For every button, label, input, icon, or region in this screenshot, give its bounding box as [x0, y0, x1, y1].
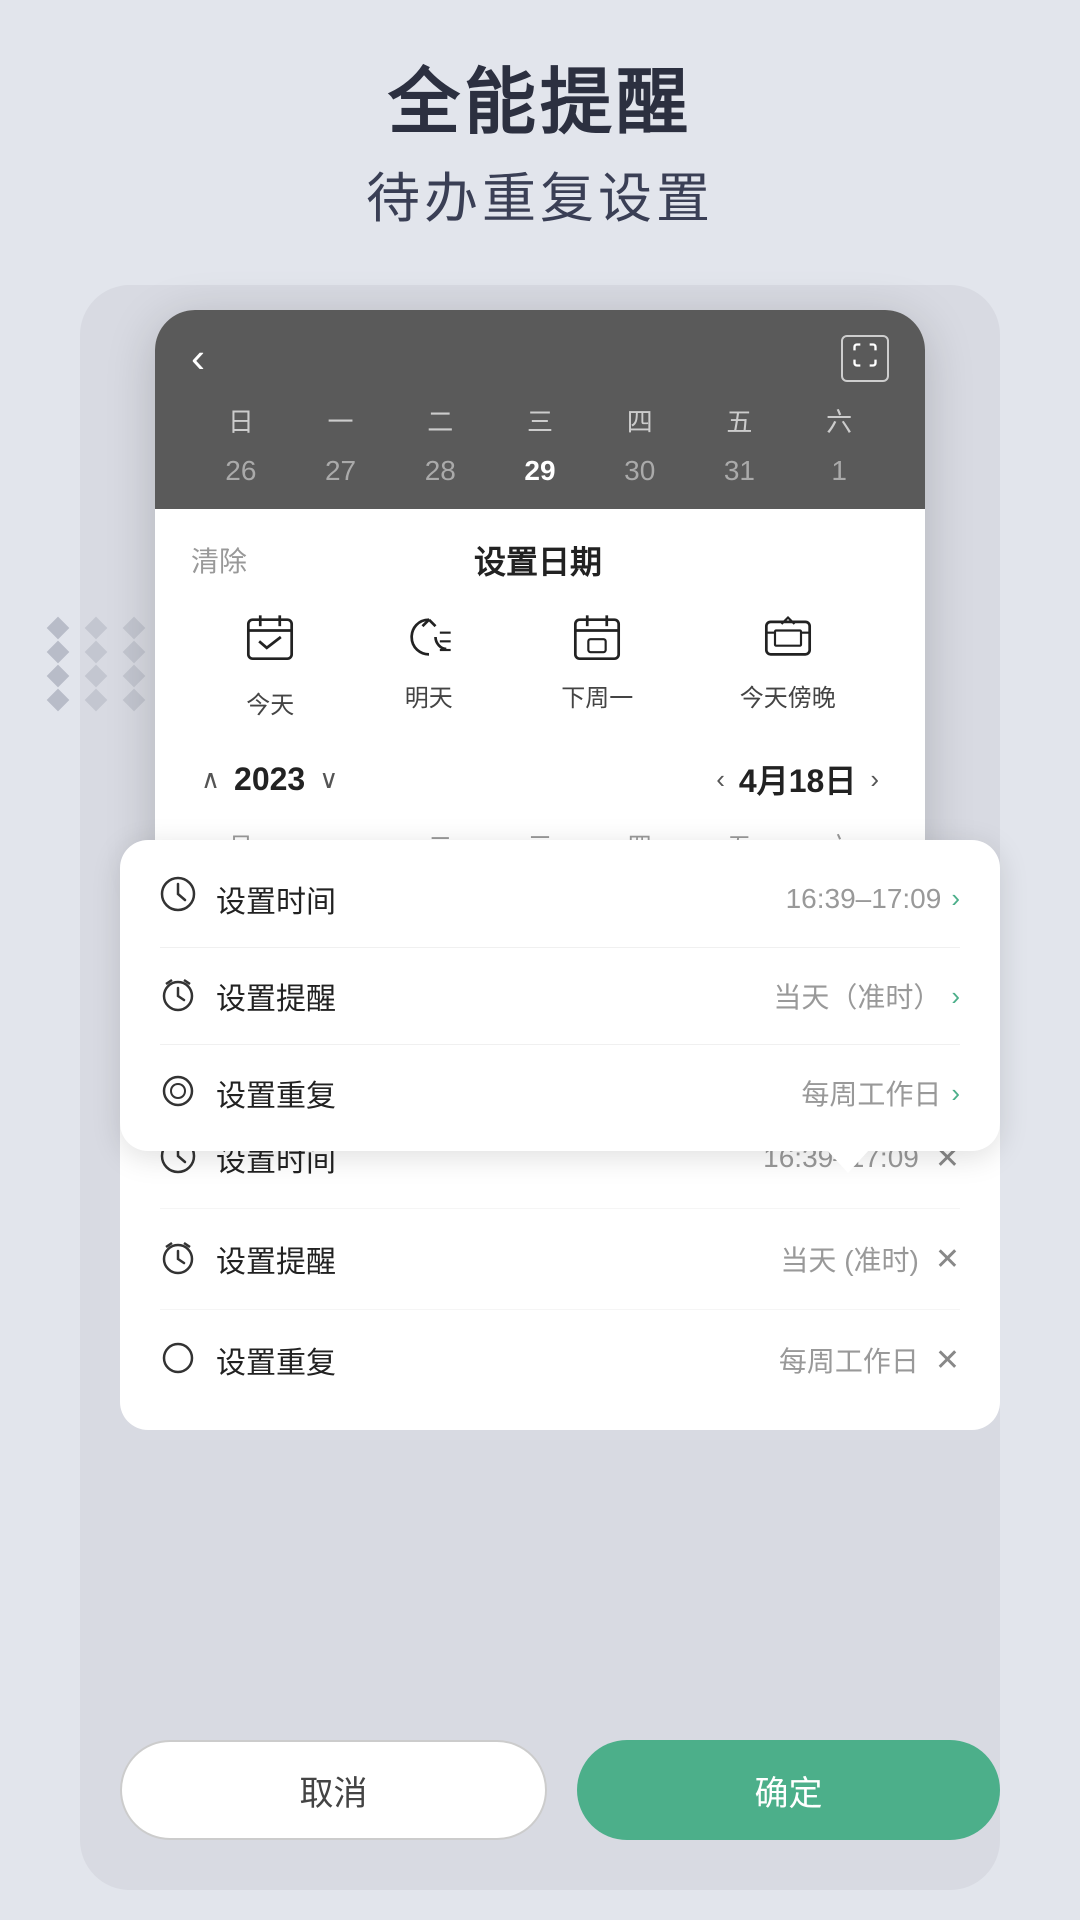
bs-reminder-row[interactable]: 设置提醒 当天 (准时) ✕ — [160, 1209, 960, 1310]
popup-time-value: 16:39–17:09 — [786, 883, 942, 915]
today-icon — [244, 611, 296, 675]
bs-repeat-value: 每周工作日 — [779, 1340, 919, 1380]
popup-repeat-label: 设置重复 — [216, 1071, 801, 1115]
date-setting-panel: 清除 设置日期 今天 — [155, 509, 925, 891]
weekday-sat: 六 — [789, 402, 889, 439]
cal-weekdays-row: 日 一 二 三 四 五 六 — [191, 402, 889, 439]
cal-date-31: 31 — [690, 449, 790, 493]
popup-reminder-label: 设置提醒 — [216, 974, 773, 1018]
cal-date-1: 1 — [789, 449, 889, 493]
popup-time-label: 设置时间 — [216, 877, 786, 921]
evening-icon — [762, 611, 814, 668]
confirm-button[interactable]: 确定 — [577, 1740, 1000, 1840]
weekday-wed: 三 — [490, 402, 590, 439]
weekday-fri: 五 — [690, 402, 790, 439]
panel-title: 设置日期 — [474, 537, 602, 583]
popup-reminder-row[interactable]: 设置提醒 当天（准时） › — [160, 948, 960, 1045]
cal-back-btn[interactable]: ‹ — [191, 334, 205, 382]
bs-reminder-label: 设置提醒 — [216, 1237, 780, 1281]
cal-dates-row: 26 27 28 29 30 31 1 — [191, 449, 889, 493]
header-area: 全能提醒 待办重复设置 — [0, 60, 1080, 233]
bs-repeat-row[interactable]: 设置重复 每周工作日 ✕ — [160, 1310, 960, 1410]
bs-repeat-close[interactable]: ✕ — [935, 1343, 960, 1378]
panel-header-row: 清除 设置日期 — [191, 537, 889, 583]
today-label: 今天 — [246, 685, 294, 720]
bs-alarm-icon — [160, 1239, 196, 1280]
cal-date-29: 29 — [490, 449, 590, 493]
year-value: 2023 — [234, 761, 305, 798]
quick-date-nextmon[interactable]: 下周一 — [561, 611, 633, 720]
popup-repeat-value: 每周工作日 — [801, 1073, 941, 1113]
alarm-icon — [160, 976, 196, 1017]
popup-repeat-row[interactable]: 设置重复 每周工作日 › — [160, 1045, 960, 1141]
popup-repeat-arrow: › — [951, 1078, 960, 1109]
bs-reminder-value: 当天 (准时) — [780, 1239, 918, 1279]
quick-date-evening[interactable]: 今天傍晚 — [740, 611, 836, 720]
tomorrow-label: 明天 — [405, 678, 453, 713]
year-month-nav: ∧ 2023 ∨ ‹ 4月18日 › — [191, 748, 889, 810]
month-value: 4月18日 — [739, 756, 856, 802]
popup-reminder-value: 当天（准时） — [773, 976, 941, 1016]
cal-date-28: 28 — [390, 449, 490, 493]
bs-repeat-icon — [160, 1340, 196, 1381]
year-nav: ∧ 2023 ∨ — [201, 761, 338, 798]
popup-time-arrow: › — [951, 883, 960, 914]
tomorrow-icon — [403, 611, 455, 668]
weekday-mon: 一 — [291, 402, 391, 439]
cal-date-27: 27 — [291, 449, 391, 493]
month-next-btn[interactable]: › — [870, 764, 879, 795]
bs-reminder-close[interactable]: ✕ — [935, 1242, 960, 1277]
main-title: 全能提醒 — [0, 60, 1080, 146]
calendar-header: ‹ 日 一 二 三 四 五 六 26 27 28 29 30 31 1 — [155, 310, 925, 509]
weekday-thu: 四 — [590, 402, 690, 439]
evening-label: 今天傍晚 — [740, 678, 836, 713]
year-down-btn[interactable]: ∨ — [319, 764, 338, 795]
clock-icon — [160, 876, 196, 921]
month-prev-btn[interactable]: ‹ — [716, 764, 725, 795]
phone-mockup: ‹ 日 一 二 三 四 五 六 26 27 28 29 30 31 1 — [155, 310, 925, 891]
nextmon-icon — [571, 611, 623, 668]
popup-tail — [826, 1149, 870, 1173]
cal-date-26: 26 — [191, 449, 291, 493]
sub-title: 待办重复设置 — [0, 154, 1080, 233]
nextmon-label: 下周一 — [561, 678, 633, 713]
quick-date-today[interactable]: 今天 — [244, 611, 296, 720]
weekday-sun: 日 — [191, 402, 291, 439]
weekday-tue: 二 — [390, 402, 490, 439]
settings-popup: 设置时间 16:39–17:09 › 设置提醒 当天（准时） › 设置重复 每周… — [120, 840, 1000, 1151]
cancel-button[interactable]: 取消 — [120, 1740, 547, 1840]
popup-reminder-arrow: › — [951, 981, 960, 1012]
year-up-btn[interactable]: ∧ — [201, 764, 220, 795]
quick-dates-row: 今天 明天 — [191, 611, 889, 720]
cal-nav-row: ‹ — [191, 334, 889, 382]
quick-date-tomorrow[interactable]: 明天 — [403, 611, 455, 720]
cal-expand-btn[interactable] — [841, 335, 889, 382]
repeat-icon — [160, 1073, 196, 1114]
panel-clear-btn[interactable]: 清除 — [191, 540, 247, 580]
popup-time-row[interactable]: 设置时间 16:39–17:09 › — [160, 850, 960, 948]
bs-repeat-label: 设置重复 — [216, 1338, 779, 1382]
month-nav: ‹ 4月18日 › — [716, 756, 879, 802]
cal-date-30: 30 — [590, 449, 690, 493]
action-buttons-row: 取消 确定 — [120, 1740, 1000, 1840]
